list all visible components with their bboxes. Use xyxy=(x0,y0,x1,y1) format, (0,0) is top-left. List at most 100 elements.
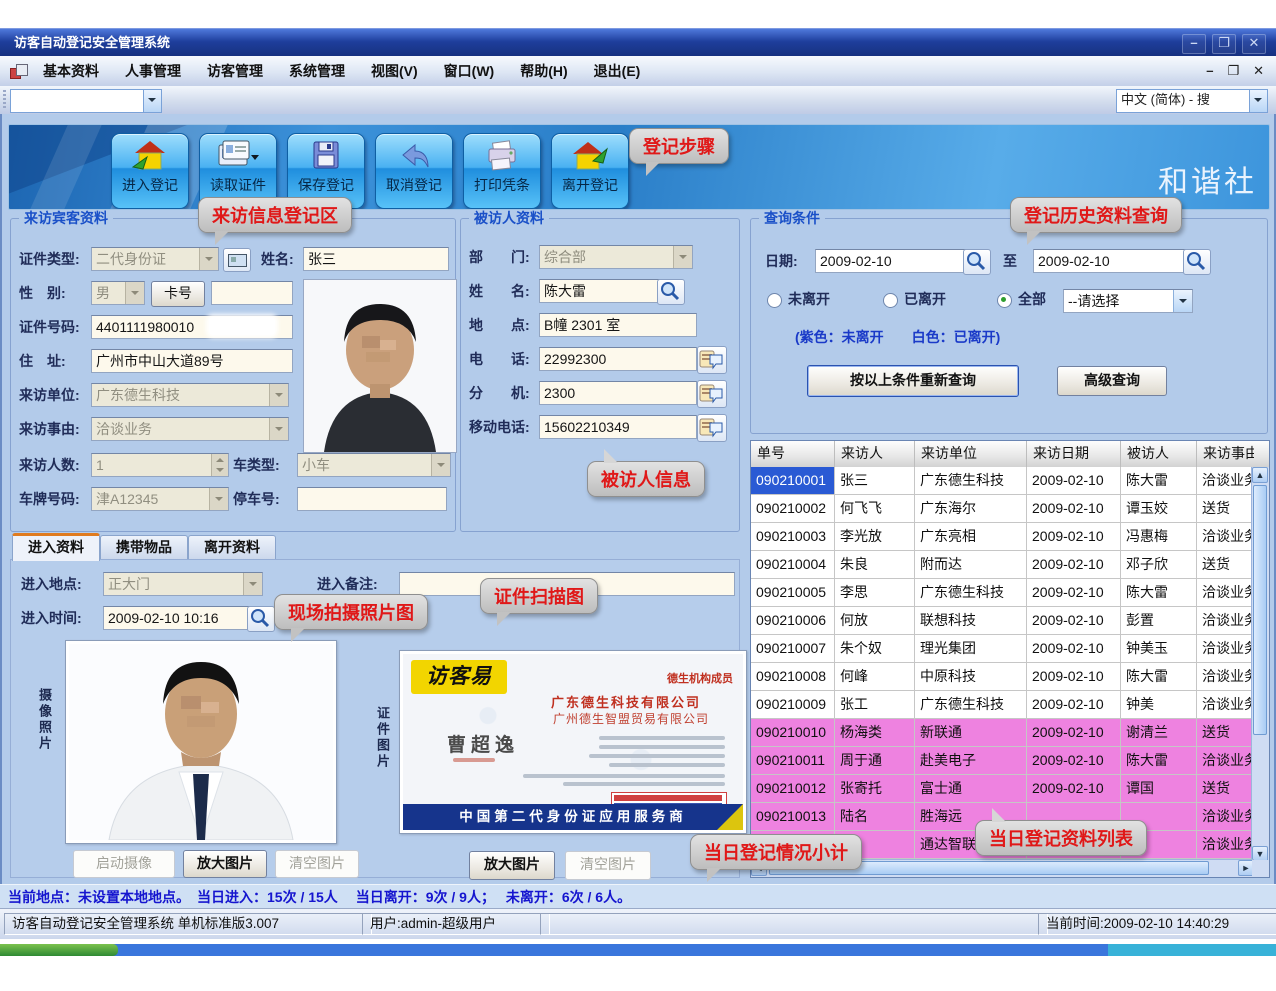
cell-host[interactable]: 陈大雷 xyxy=(1121,663,1197,691)
table-row[interactable]: 090210002 何飞飞 广东海尔 2009-02-10 谭玉姣 送货 xyxy=(751,495,1254,523)
chevron-down-icon[interactable] xyxy=(143,90,161,112)
cell-id[interactable]: 090210004 xyxy=(751,551,835,579)
table-row[interactable]: 090210001 张三 广东德生科技 2009-02-10 陈大雷 洽谈业务 xyxy=(751,467,1254,495)
start-camera-button[interactable]: 启动摄像 xyxy=(73,850,175,878)
date-to-field[interactable]: 2009-02-10 xyxy=(1033,249,1187,273)
cell-date[interactable]: 2009-02-10 xyxy=(1027,579,1121,607)
quick-combo[interactable] xyxy=(10,89,162,113)
cell-reason[interactable]: 洽谈业务 xyxy=(1197,663,1254,691)
tab-entry-info[interactable]: 进入资料 xyxy=(12,533,100,561)
cell-company[interactable]: 中原科技 xyxy=(915,663,1027,691)
host-ext-field[interactable]: 2300 xyxy=(539,381,697,405)
cell-reason[interactable]: 洽谈业务 xyxy=(1197,691,1254,719)
requery-button[interactable]: 按以上条件重新查询 xyxy=(807,365,1019,397)
card-number-field[interactable] xyxy=(211,281,293,305)
cell-date[interactable]: 2009-02-10 xyxy=(1027,663,1121,691)
menu-item[interactable]: 视图(V) xyxy=(358,56,431,86)
date-from-field[interactable]: 2009-02-10 xyxy=(815,249,969,273)
restore-icon[interactable]: ❐ xyxy=(1212,34,1236,54)
menu-item[interactable]: 帮助(H) xyxy=(507,56,580,86)
visitor-name-field[interactable]: 张三 xyxy=(303,247,449,271)
cell-id[interactable]: 090210013 xyxy=(751,803,835,831)
menu-item[interactable]: 基本资料 xyxy=(30,56,112,86)
id-type-combo[interactable]: 二代身份证 xyxy=(91,247,219,271)
cell-date[interactable]: 2009-02-10 xyxy=(1027,719,1121,747)
cell-host[interactable]: 陈大雷 xyxy=(1121,467,1197,495)
cell-company[interactable]: 广东亮相 xyxy=(915,523,1027,551)
table-row[interactable]: 090210012 张寄托 富士通 2009-02-10 谭国 送货 xyxy=(751,775,1254,803)
visitor-count-spinner[interactable]: 1 xyxy=(91,453,229,477)
cell-reason[interactable]: 洽谈业务 xyxy=(1197,607,1254,635)
cell-reason[interactable]: 洽谈业务 xyxy=(1197,747,1254,775)
cancel-register-button[interactable]: 取消登记 xyxy=(375,133,453,209)
col-header-reason[interactable]: 来访事由 xyxy=(1197,441,1254,467)
cell-id[interactable]: 090210009 xyxy=(751,691,835,719)
table-row[interactable]: 090210006 何放 联想科技 2009-02-10 彭置 洽谈业务 xyxy=(751,607,1254,635)
entry-place-combo[interactable]: 正大门 xyxy=(103,572,263,596)
cell-visitor[interactable]: 周于通 xyxy=(835,747,915,775)
id-card-reader-button[interactable] xyxy=(223,248,251,272)
cell-company[interactable]: 新联通 xyxy=(915,719,1027,747)
cell-date[interactable]: 2009-02-10 xyxy=(1027,747,1121,775)
cell-date[interactable]: 2009-02-10 xyxy=(1027,691,1121,719)
host-mobile-field[interactable]: 15602210349 xyxy=(539,415,697,439)
cell-reason[interactable]: 洽谈业务 xyxy=(1197,831,1254,859)
dept-combo[interactable]: 综合部 xyxy=(539,245,693,269)
dial-phone-button[interactable] xyxy=(697,346,727,374)
cell-date[interactable]: 2009-02-10 xyxy=(1027,775,1121,803)
mdi-minimize-icon[interactable]: – xyxy=(1206,56,1213,86)
cell-company[interactable]: 理光集团 xyxy=(915,635,1027,663)
cell-reason[interactable]: 洽谈业务 xyxy=(1197,579,1254,607)
card-clear-button[interactable]: 清空图片 xyxy=(565,851,651,880)
cell-id[interactable]: 090210012 xyxy=(751,775,835,803)
chevron-down-icon[interactable] xyxy=(1249,90,1267,112)
cell-company[interactable]: 赴美电子 xyxy=(915,747,1027,775)
language-combo[interactable]: 中文 (简体) - 搜 xyxy=(1116,89,1268,113)
cell-host[interactable]: 谭国 xyxy=(1121,775,1197,803)
cell-date[interactable]: 2009-02-10 xyxy=(1027,551,1121,579)
radio-not-left[interactable] xyxy=(767,293,782,308)
cell-id[interactable]: 090210003 xyxy=(751,523,835,551)
leave-register-button[interactable]: 离开登记 xyxy=(551,133,629,209)
mdi-close-icon[interactable]: ✕ xyxy=(1253,56,1264,86)
cell-reason[interactable]: 送货 xyxy=(1197,495,1254,523)
col-header-visitor[interactable]: 来访人 xyxy=(835,441,915,467)
mdi-restore-icon[interactable]: ❐ xyxy=(1227,56,1239,86)
cell-company[interactable]: 广东德生科技 xyxy=(915,467,1027,495)
cell-visitor[interactable]: 李光放 xyxy=(835,523,915,551)
host-place-field[interactable]: B幢 2301 室 xyxy=(539,313,697,337)
menu-item[interactable]: 系统管理 xyxy=(276,56,358,86)
photo-zoom-button[interactable]: 放大图片 xyxy=(183,850,267,878)
table-row[interactable]: 090210005 李思 广东德生科技 2009-02-10 陈大雷 洽谈业务 xyxy=(751,579,1254,607)
dial-ext-button[interactable] xyxy=(697,380,727,408)
table-row[interactable]: 090210003 李光放 广东亮相 2009-02-10 冯惠梅 洽谈业务 xyxy=(751,523,1254,551)
cell-id[interactable]: 090210006 xyxy=(751,607,835,635)
table-row[interactable]: 090210011 周于通 赴美电子 2009-02-10 陈大雷 洽谈业务 xyxy=(751,747,1254,775)
col-header-date[interactable]: 来访日期 xyxy=(1027,441,1121,467)
table-row[interactable]: 090210010 杨海类 新联通 2009-02-10 谢清兰 送货 xyxy=(751,719,1254,747)
cell-company[interactable]: 广东德生科技 xyxy=(915,579,1027,607)
parking-field[interactable] xyxy=(297,487,447,511)
table-row[interactable]: 090210004 朱良 附而达 2009-02-10 邓子欣 送货 xyxy=(751,551,1254,579)
radio-left[interactable] xyxy=(883,293,898,308)
col-header-company[interactable]: 来访单位 xyxy=(915,441,1027,467)
cell-id[interactable]: 090210010 xyxy=(751,719,835,747)
cell-reason[interactable]: 洽谈业务 xyxy=(1197,467,1254,495)
date-from-picker-button[interactable] xyxy=(963,249,991,275)
col-header-host[interactable]: 被访人 xyxy=(1121,441,1197,467)
visit-company-combo[interactable]: 广东德生科技 xyxy=(91,383,289,407)
table-row[interactable]: 090210009 张工 广东德生科技 2009-02-10 钟美 洽谈业务 xyxy=(751,691,1254,719)
cell-host[interactable]: 谭玉姣 xyxy=(1121,495,1197,523)
table-row[interactable]: 090210007 朱个奴 理光集团 2009-02-10 钟美玉 洽谈业务 xyxy=(751,635,1254,663)
cell-host[interactable]: 谢清兰 xyxy=(1121,719,1197,747)
menu-item[interactable]: 人事管理 xyxy=(112,56,194,86)
card-zoom-button[interactable]: 放大图片 xyxy=(469,851,555,880)
cell-visitor[interactable]: 何放 xyxy=(835,607,915,635)
cell-host[interactable]: 邓子欣 xyxy=(1121,551,1197,579)
cell-id[interactable]: 090210008 xyxy=(751,663,835,691)
entry-time-field[interactable]: 2009-02-10 10:16 xyxy=(103,606,251,630)
photo-clear-button[interactable]: 清空图片 xyxy=(275,850,359,878)
cell-company[interactable]: 广东德生科技 xyxy=(915,691,1027,719)
start-button-fragment[interactable] xyxy=(0,944,118,956)
cell-id[interactable]: 090210001 xyxy=(751,467,835,495)
